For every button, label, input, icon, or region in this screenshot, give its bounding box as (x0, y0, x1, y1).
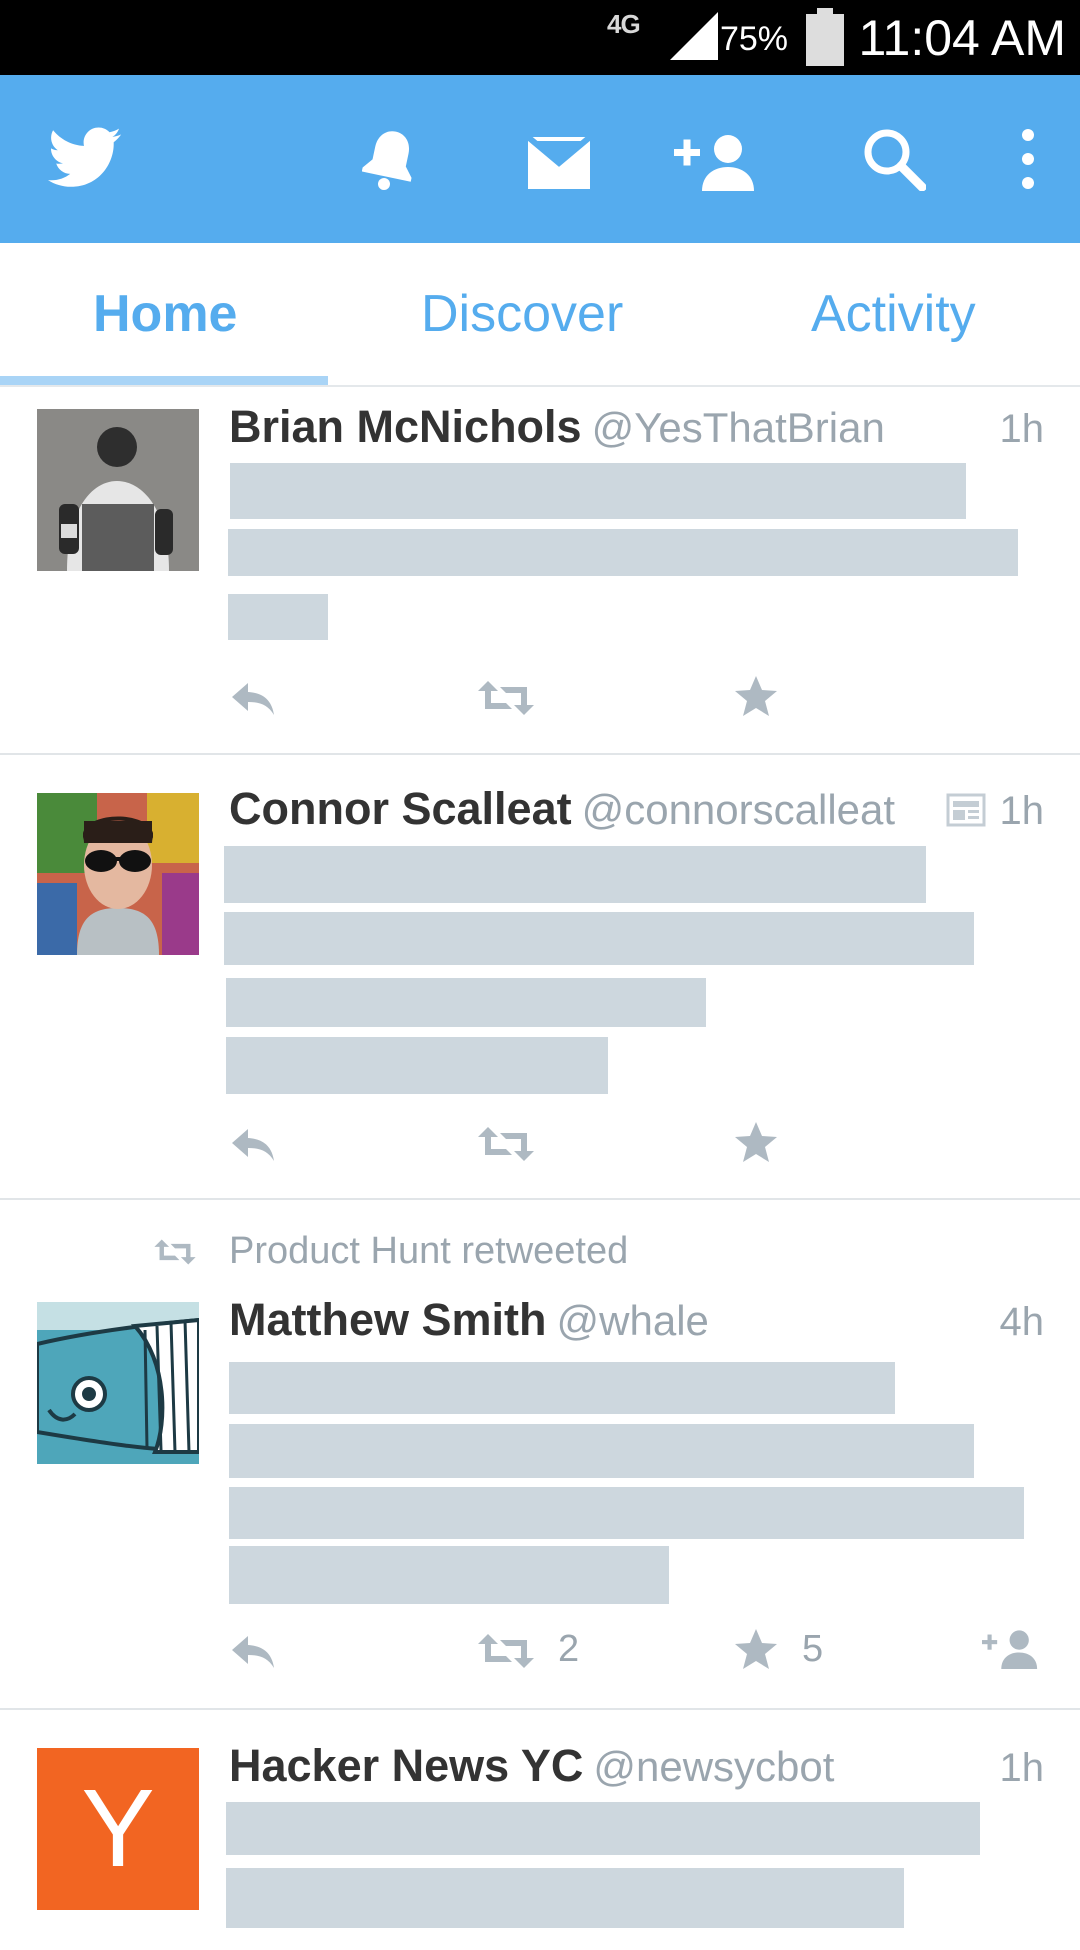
favorite-star-icon[interactable] (734, 1628, 778, 1670)
tweet-author-name[interactable]: Hacker News YC @newsycbot (229, 1740, 834, 1792)
retweeted-indicator-icon (154, 1239, 196, 1265)
tweet-timestamp: 1h (999, 789, 1045, 833)
battery-percent: 75% (719, 20, 788, 58)
redacted-text-line (229, 1362, 895, 1414)
avatar[interactable] (37, 793, 199, 955)
retweeted-by-label[interactable]: Product Hunt retweeted (229, 1230, 628, 1273)
add-user-icon[interactable] (674, 133, 764, 191)
tab-discover[interactable]: Discover (421, 243, 623, 385)
favorite-star-icon[interactable] (734, 675, 778, 717)
redacted-text-line (226, 1868, 904, 1928)
user-handle: @newsycbot (593, 1743, 835, 1790)
tweet-item[interactable]: Brian McNichols @YesThatBrian 1h (0, 387, 1080, 755)
avatar-photo (37, 1302, 199, 1464)
tweet-item[interactable]: Product Hunt retweeted Matthew Smith @wha… (0, 1200, 1080, 1710)
display-name: Connor Scalleat (229, 783, 572, 834)
reply-icon[interactable] (230, 1127, 276, 1163)
display-name: Hacker News YC (229, 1740, 584, 1791)
user-handle: @connorscalleat (581, 786, 896, 833)
display-name: Matthew Smith (229, 1294, 547, 1345)
redacted-text-line (224, 912, 974, 965)
app-bar (0, 75, 1080, 243)
search-icon[interactable] (862, 127, 926, 191)
tweet-timestamp: 4h (999, 1300, 1045, 1344)
tweet-item[interactable]: Y Hacker News YC @newsycbot 1h (0, 1710, 1080, 1950)
retweet-icon[interactable] (478, 1125, 534, 1163)
media-preview-icon (946, 793, 986, 827)
retweet-icon[interactable] (478, 1632, 534, 1670)
favorite-count: 5 (802, 1628, 824, 1670)
redacted-text-line (230, 463, 966, 519)
clock: 11:04 AM (858, 10, 1066, 66)
signal-strength-icon (670, 12, 718, 60)
avatar[interactable] (37, 1302, 199, 1464)
messages-envelope-icon[interactable] (528, 137, 590, 189)
redacted-text-line (224, 846, 926, 903)
tweet-timestamp: 1h (999, 407, 1045, 451)
reply-icon[interactable] (230, 681, 276, 717)
user-handle: @YesThatBrian (591, 404, 885, 451)
status-bar: 4G 75% 11:04 AM (0, 0, 1080, 75)
redacted-text-line (228, 529, 1018, 576)
twitter-bird-icon[interactable] (48, 127, 122, 189)
tab-home[interactable]: Home (93, 243, 237, 385)
tweet-item[interactable]: Connor Scalleat @connorscalleat 1h (0, 755, 1080, 1200)
notifications-bell-icon[interactable] (362, 127, 418, 191)
redacted-text-line (228, 594, 328, 640)
network-type-label: 4G (607, 9, 641, 39)
retweet-icon[interactable] (478, 679, 534, 717)
avatar-photo (37, 793, 199, 955)
tweet-author-name[interactable]: Connor Scalleat @connorscalleat (229, 783, 895, 835)
tweet-author-name[interactable]: Brian McNichols @YesThatBrian (229, 401, 885, 453)
user-handle: @whale (556, 1297, 709, 1344)
redacted-text-line (226, 1802, 980, 1855)
active-tab-indicator (0, 376, 328, 385)
tweet-timestamp: 1h (999, 1746, 1045, 1790)
redacted-text-line (226, 1037, 608, 1094)
avatar-letter: Y (81, 1767, 155, 1890)
favorite-star-icon[interactable] (734, 1121, 778, 1163)
battery-icon (806, 8, 844, 66)
redacted-text-line (229, 1487, 1024, 1539)
avatar[interactable] (37, 409, 199, 571)
tab-bar: Home Discover Activity (0, 243, 1080, 387)
avatar[interactable]: Y (37, 1748, 199, 1910)
display-name: Brian McNichols (229, 401, 582, 452)
redacted-text-line (229, 1546, 669, 1604)
tab-activity[interactable]: Activity (811, 243, 976, 385)
avatar-photo (37, 409, 199, 571)
redacted-text-line (229, 1424, 974, 1478)
retweet-count: 2 (558, 1628, 580, 1670)
tweet-author-name[interactable]: Matthew Smith @whale (229, 1294, 709, 1346)
redacted-text-line (226, 978, 706, 1027)
reply-icon[interactable] (230, 1634, 276, 1670)
overflow-menu-icon[interactable] (1016, 127, 1040, 191)
follow-user-icon[interactable] (982, 1628, 1044, 1670)
